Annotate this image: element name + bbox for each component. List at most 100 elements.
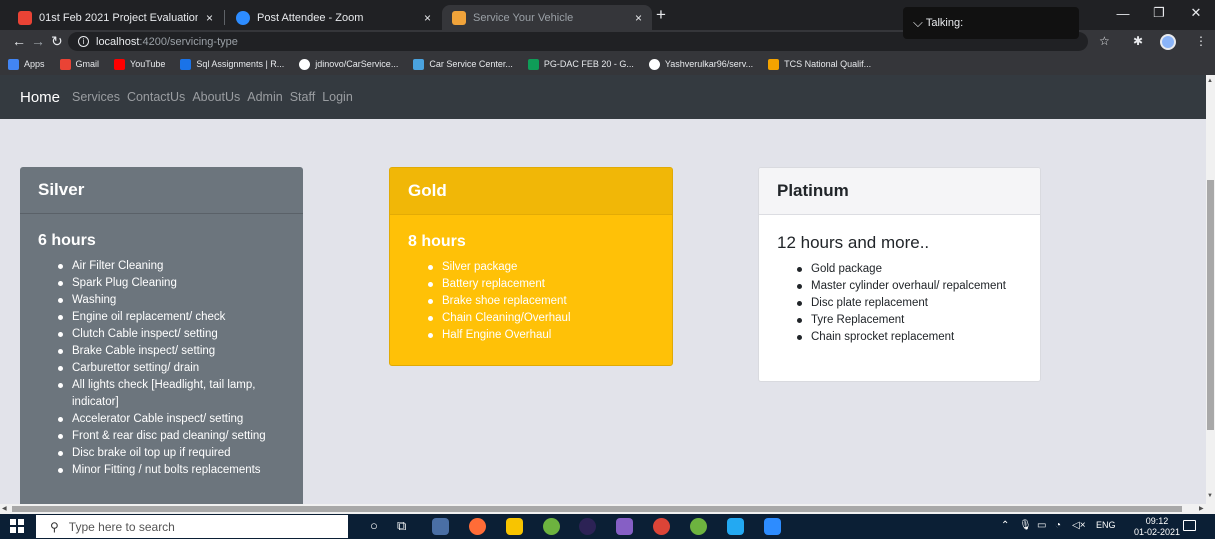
snipping-tool-icon[interactable]	[432, 518, 449, 535]
bookmark-star-icon[interactable]: ☆	[1099, 34, 1110, 48]
apps-grid-icon	[8, 58, 19, 70]
bookmark-yashverulkar-github[interactable]: Yashverulkar96/serv...	[648, 58, 753, 70]
eclipse-icon[interactable]	[579, 518, 596, 535]
language-indicator[interactable]: ENG	[1096, 520, 1116, 530]
bookmark-carservice-github[interactable]: jdinovo/CarService...	[299, 58, 398, 70]
list-item: Brake Cable inspect/ setting	[38, 343, 285, 360]
tab-close-icon[interactable]: ×	[424, 11, 431, 25]
profile-avatar[interactable]	[1160, 34, 1176, 50]
scroll-thumb[interactable]	[1207, 180, 1214, 430]
card-body: 6 hours Air Filter Cleaning Spark Plug C…	[20, 214, 303, 489]
bookmark-apps[interactable]: Apps	[8, 58, 45, 70]
github-icon	[648, 58, 660, 70]
list-item: Engine oil replacement/ check	[38, 309, 285, 326]
file-explorer-icon[interactable]	[506, 518, 523, 535]
nav-link-login[interactable]: Login	[322, 90, 353, 104]
list-item: Air Filter Cleaning	[38, 258, 285, 275]
google-drive-icon	[527, 58, 539, 70]
reload-icon[interactable]: ↻	[51, 33, 63, 50]
list-item: Minor Fitting / nut bolts replacements	[38, 462, 285, 479]
task-view-icon[interactable]: ⧉	[397, 518, 406, 534]
volume-icon[interactable]: ◁×	[1072, 520, 1086, 531]
scroll-up-icon[interactable]: ▲	[1207, 78, 1213, 84]
list-item: Gold package	[777, 261, 1022, 278]
search-icon: ⚲	[50, 519, 59, 534]
vertical-scrollbar[interactable]: ▲ ▼	[1206, 75, 1215, 504]
nav-home-brand[interactable]: Home	[20, 89, 60, 106]
windows-start-icon[interactable]	[10, 519, 24, 533]
nav-link-services[interactable]: Services	[72, 90, 120, 104]
bookmark-youtube[interactable]: YouTube	[114, 58, 165, 70]
zoom-icon[interactable]	[764, 518, 781, 535]
clock-date: 01-02-2021	[1134, 527, 1181, 537]
menu-icon[interactable]: ⋮	[1195, 34, 1207, 48]
notification-icon[interactable]	[1183, 520, 1196, 531]
list-item: Battery replacement	[408, 276, 654, 293]
tab-zoom[interactable]: Post Attendee - Zoom ×	[226, 5, 441, 30]
card-header: Silver	[20, 167, 303, 214]
back-icon[interactable]: ←	[12, 33, 26, 49]
chevron-down-icon: ⌵	[913, 15, 923, 30]
scroll-left-icon[interactable]: ◀	[2, 505, 7, 512]
close-window-icon[interactable]: ✕	[1178, 0, 1214, 26]
minimize-icon[interactable]: —	[1105, 0, 1141, 26]
taskbar-search-input[interactable]: ⚲ Type here to search	[36, 515, 348, 538]
bookmark-tcs-national[interactable]: TCS National Qualif...	[768, 58, 871, 70]
list-item: Accelerator Cable inspect/ setting	[38, 411, 285, 428]
card-duration: 12 hours and more..	[777, 233, 930, 252]
tab-divider	[224, 10, 225, 25]
nav-link-staff[interactable]: Staff	[290, 90, 315, 104]
wifi-icon[interactable]: ◔	[1055, 520, 1061, 531]
microphone-icon[interactable]: 🎙	[1019, 520, 1032, 531]
scroll-thumb[interactable]	[12, 506, 1182, 512]
nav-link-admin[interactable]: Admin	[247, 90, 282, 104]
card-duration: 6 hours	[38, 232, 96, 249]
chrome-icon[interactable]	[653, 518, 670, 535]
extensions-icon[interactable]: ✱	[1133, 34, 1143, 48]
scroll-right-icon[interactable]: ▶	[1199, 505, 1204, 512]
tab-close-icon[interactable]: ×	[635, 11, 642, 25]
list-item: Clutch Cable inspect/ setting	[38, 326, 285, 343]
gmail-icon	[59, 58, 71, 70]
list-item: Disc plate replacement	[777, 295, 1022, 312]
new-tab-button[interactable]: +	[656, 5, 666, 25]
silver-package-card: Silver 6 hours Air Filter Cleaning Spark…	[20, 167, 303, 504]
bookmark-gmail[interactable]: Gmail	[59, 58, 99, 70]
clock-time: 09:12	[1145, 516, 1169, 526]
nav-link-contactus[interactable]: ContactUs	[127, 90, 185, 104]
card-header: Platinum	[759, 168, 1040, 215]
list-item: Master cylinder overhaul/ repalcement	[777, 278, 1022, 295]
site-favicon-icon	[452, 10, 466, 25]
bookmark-sql-assignments[interactable]: Sql Assignments | R...	[180, 58, 284, 70]
bookmark-site-icon	[180, 58, 192, 70]
bookmarks-bar: Apps Gmail YouTube Sql Assignments | R..…	[0, 53, 1215, 75]
visual-studio-icon[interactable]	[616, 518, 633, 535]
cortana-icon[interactable]: ○	[370, 518, 378, 533]
site-navbar: Home Services ContactUs AboutUs Admin St…	[0, 75, 1206, 119]
scroll-down-icon[interactable]: ▼	[1207, 493, 1213, 499]
system-clock[interactable]: 09:12 01-02-2021	[1134, 516, 1180, 538]
youtube-icon	[114, 58, 126, 70]
list-item: Chain Cleaning/Overhaul	[408, 310, 654, 327]
restore-icon[interactable]: ❐	[1141, 0, 1177, 26]
list-item: Half Engine Overhaul	[408, 327, 654, 344]
spring-tool-icon[interactable]	[543, 518, 560, 535]
tab-close-icon[interactable]: ×	[206, 11, 213, 25]
card-header: Gold	[390, 168, 672, 215]
github-icon	[299, 58, 311, 70]
site-info-icon[interactable]: i	[78, 36, 89, 47]
list-item: All lights check [Headlight, tail lamp, …	[38, 377, 285, 411]
battery-icon[interactable]: ▭	[1037, 520, 1046, 531]
chevron-up-icon[interactable]: ⌃	[1001, 520, 1009, 531]
spring-tool-2-icon[interactable]	[690, 518, 707, 535]
tab-project-evaluation[interactable]: 01st Feb 2021 Project Evaluation ×	[8, 5, 223, 30]
windows-taskbar: ⚲ Type here to search ○ ⧉ ⌃ 🎙 ▭ ◔ ◁× ENG…	[0, 514, 1215, 539]
tab-service-your-vehicle[interactable]: Service Your Vehicle ×	[442, 5, 652, 30]
forward-icon[interactable]: →	[31, 33, 45, 49]
horizontal-scrollbar[interactable]: ◀ ▶	[0, 504, 1215, 514]
nav-link-aboutus[interactable]: AboutUs	[192, 90, 240, 104]
bookmark-car-service-center[interactable]: Car Service Center...	[413, 58, 513, 70]
bookmark-pg-dac[interactable]: PG-DAC FEB 20 - G...	[527, 58, 634, 70]
postman-icon[interactable]	[469, 518, 486, 535]
vscode-icon[interactable]	[727, 518, 744, 535]
